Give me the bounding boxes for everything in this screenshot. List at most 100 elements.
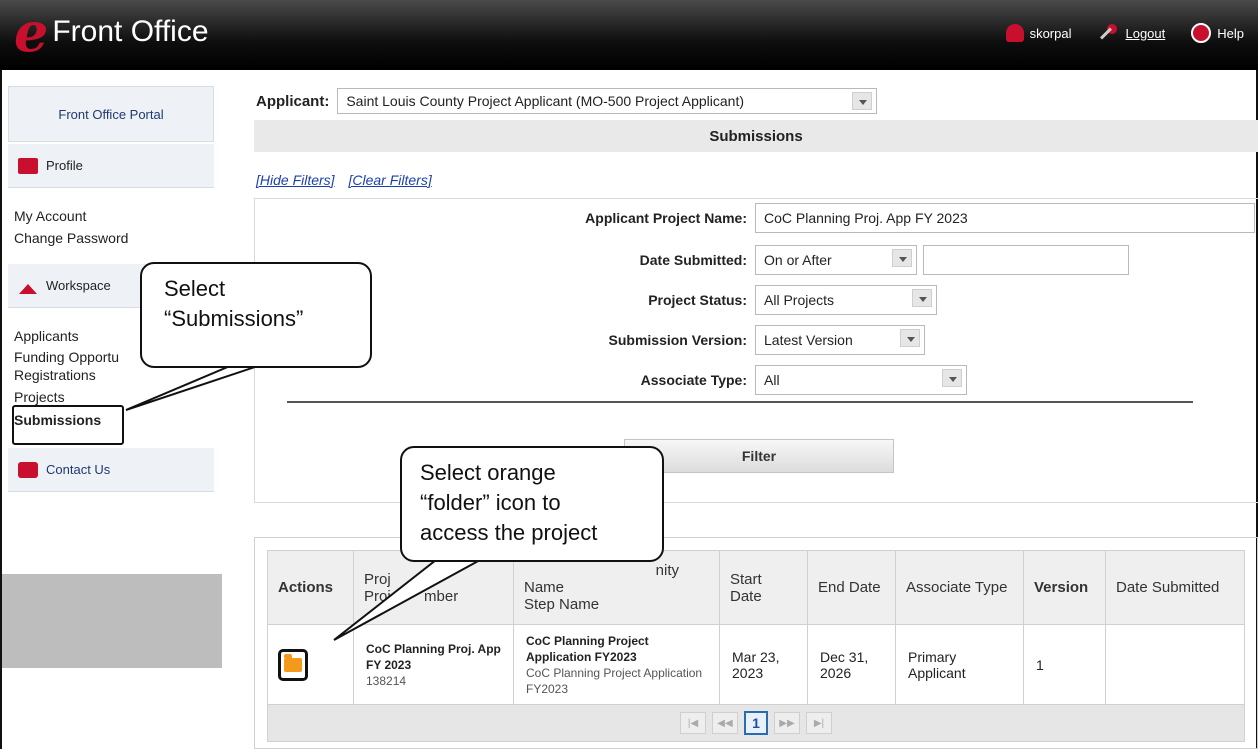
col-end-date[interactable]: End Date xyxy=(807,550,896,625)
funding-name-cell: CoC Planning Project Application FY2023 xyxy=(526,633,649,664)
home-icon xyxy=(18,278,38,294)
filter-links: [Hide Filters] [Clear Filters] xyxy=(256,172,442,188)
sidebar-item-projects[interactable]: Projects xyxy=(14,389,65,405)
project-name-input[interactable]: CoC Planning Proj. App FY 2023 xyxy=(755,203,1255,233)
last-page-button[interactable]: ▶| xyxy=(806,712,832,734)
table-row: CoC Planning Proj. App FY 2023 138214 Co… xyxy=(267,624,1245,705)
date-submitted-input[interactable] xyxy=(923,245,1129,275)
next-page-button[interactable]: ▶▶ xyxy=(774,712,800,734)
applicant-select[interactable]: Saint Louis County Project Applicant (MO… xyxy=(337,88,878,114)
submissions-callout-text: Select “Submissions” xyxy=(164,276,304,331)
filter-row-associate: Associate Type: All xyxy=(255,365,967,395)
col-date-submitted[interactable]: Date Submitted xyxy=(1105,550,1245,625)
project-name-cell: CoC Planning Proj. App FY 2023 xyxy=(366,641,501,672)
filter-divider xyxy=(287,401,1193,403)
sidebar-item-change-password[interactable]: Change Password xyxy=(14,230,128,246)
app-title: Front Office xyxy=(52,15,209,48)
logout-label: Logout xyxy=(1125,25,1166,41)
first-page-button[interactable]: |◀ xyxy=(680,712,706,734)
folder-callout-line1: Select orange xyxy=(420,460,556,485)
applicant-select-value: Saint Louis County Project Applicant (MO… xyxy=(346,93,744,109)
open-project-folder-button[interactable] xyxy=(278,648,308,681)
top-header-bar: e Front Office skorpal Logout Help xyxy=(0,0,1258,70)
help-icon xyxy=(1191,23,1212,43)
sidebar-item-applicants[interactable]: Applicants xyxy=(14,328,79,344)
step-name-cell: CoC Planning Project Application FY2023 xyxy=(526,665,703,696)
project-status-value: All Projects xyxy=(764,292,835,308)
workspace-heading: Workspace xyxy=(46,278,111,293)
folder-callout-line3: access the project xyxy=(420,520,598,545)
date-operator-value: On or After xyxy=(764,252,832,268)
associate-type-select[interactable]: All xyxy=(755,365,967,395)
col-project-line2b: mber xyxy=(424,587,459,605)
front-office-portal-link[interactable]: Front Office Portal xyxy=(8,86,214,142)
start-date-cell: Mar 23, 2023 xyxy=(719,624,808,705)
filter-row-project-name: Applicant Project Name: CoC Planning Pro… xyxy=(255,203,1255,233)
prev-page-button[interactable]: ◀◀ xyxy=(712,712,738,734)
date-operator-select[interactable]: On or After xyxy=(755,245,917,275)
end-date-cell: Dec 31, 2026 xyxy=(807,624,896,705)
clear-filters-link[interactable]: [Clear Filters] xyxy=(348,172,431,188)
help-label: Help xyxy=(1217,25,1244,41)
contact-us-link[interactable]: Contact Us xyxy=(46,462,110,477)
submission-version-value: Latest Version xyxy=(764,332,853,348)
chevron-down-icon xyxy=(852,92,873,110)
applicant-label: Applicant: xyxy=(256,92,330,110)
logout-key-icon xyxy=(1097,22,1119,44)
sidebar-item-registrations[interactable]: Registrations xyxy=(14,367,96,383)
project-status-select[interactable]: All Projects xyxy=(755,285,937,315)
project-cell: CoC Planning Proj. App FY 2023 138214 xyxy=(353,624,514,705)
sidebar-section-profile: Profile xyxy=(8,144,214,188)
user-bar: skorpal Logout Help xyxy=(1005,22,1244,44)
col-funding-line2: Name xyxy=(524,579,565,596)
sidebar-item-funding-opportunity[interactable]: Funding Opportu xyxy=(14,349,119,365)
submissions-grid: Actions Proj Proje mber nity Name Step N… xyxy=(254,537,1258,749)
col-actions: Actions xyxy=(267,550,354,625)
current-page-button[interactable]: 1 xyxy=(744,711,768,735)
submissions-callout: Select “Submissions” xyxy=(140,262,372,368)
associate-type-value: All xyxy=(764,372,780,388)
help-link[interactable]: Help xyxy=(1191,23,1244,43)
profile-icon xyxy=(18,157,38,174)
associate-type-label: Associate Type: xyxy=(640,372,747,388)
brand-e-logo: e xyxy=(14,0,49,64)
filter-row-date: Date Submitted: On or After xyxy=(255,245,1129,275)
actions-cell xyxy=(267,624,354,705)
user-profile[interactable]: skorpal xyxy=(1005,24,1071,42)
contact-mail-icon xyxy=(18,461,38,478)
page-title: Submissions xyxy=(254,120,1258,152)
pagination: |◀ ◀◀ 1 ▶▶ ▶| xyxy=(268,705,1244,741)
col-version[interactable]: Version xyxy=(1023,550,1106,625)
pager-cell: |◀ ◀◀ 1 ▶▶ ▶| xyxy=(267,704,1245,742)
folder-callout-line2: “folder” icon to xyxy=(420,490,561,515)
col-start-date[interactable]: Start Date xyxy=(719,550,808,625)
col-associate-type[interactable]: Associate Type xyxy=(895,550,1024,625)
funding-cell: CoC Planning Project Application FY2023 … xyxy=(513,624,720,705)
date-submitted-cell xyxy=(1105,624,1245,705)
sidebar-section-contact[interactable]: Contact Us xyxy=(8,448,214,492)
col-project-line1: Proj xyxy=(364,570,391,588)
hide-filters-link[interactable]: [Hide Filters] xyxy=(256,172,335,188)
col-funding-line1: nity xyxy=(655,562,679,579)
app-logo: e Front Office xyxy=(14,0,209,64)
logout-link[interactable]: Logout xyxy=(1097,22,1165,44)
submissions-highlight xyxy=(12,405,124,445)
project-name-label: Applicant Project Name: xyxy=(585,210,747,226)
submissions-table: Actions Proj Proje mber nity Name Step N… xyxy=(267,550,1245,742)
project-number-cell: 138214 xyxy=(366,673,407,688)
version-cell: 1 xyxy=(1023,624,1106,705)
associate-type-cell: Primary Applicant xyxy=(895,624,1024,705)
col-project-line2: Proje xyxy=(364,587,400,605)
col-funding-line3: Step Name xyxy=(524,596,600,613)
submission-version-select[interactable]: Latest Version xyxy=(755,325,925,355)
applicant-selector-row: Applicant: Saint Louis County Project Ap… xyxy=(256,88,878,114)
folder-callout: Select orange “folder” icon to access th… xyxy=(400,446,664,562)
sidebar-item-my-account[interactable]: My Account xyxy=(14,208,86,224)
chevron-down-icon xyxy=(900,329,920,347)
sidebar-footer-area xyxy=(2,574,222,668)
filter-button[interactable]: Filter xyxy=(624,439,894,473)
user-icon xyxy=(1005,24,1024,42)
chevron-down-icon xyxy=(942,369,962,387)
chevron-down-icon xyxy=(912,289,932,307)
folder-icon xyxy=(284,653,302,672)
